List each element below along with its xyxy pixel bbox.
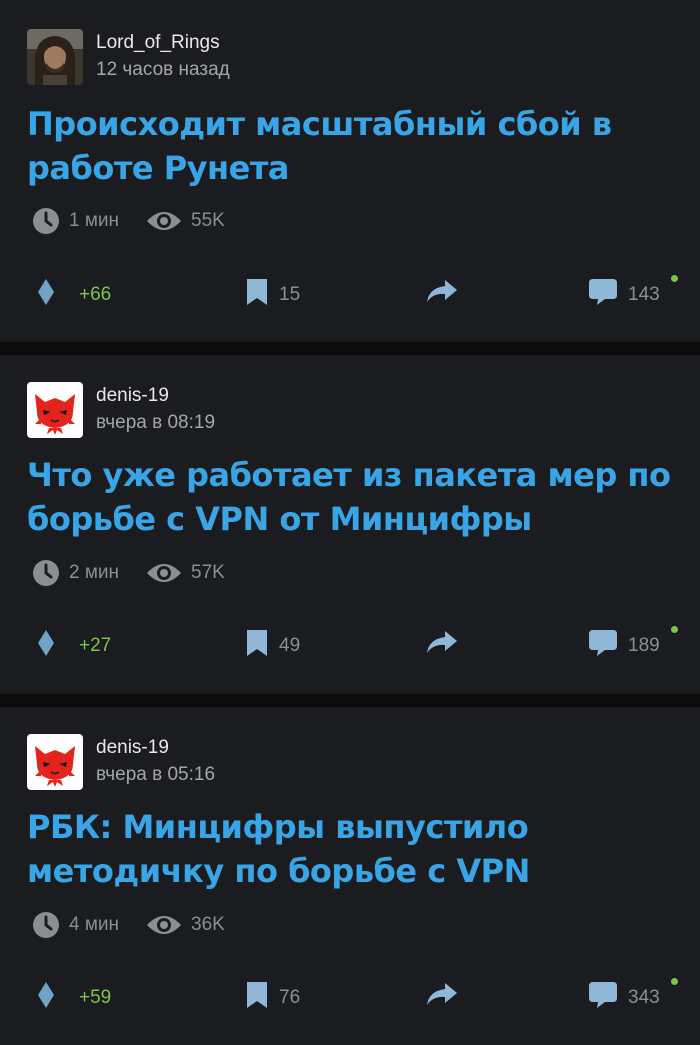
post-title[interactable]: Что уже работает из пакета мер по борьбе…: [27, 453, 677, 541]
comments-count: 189: [628, 635, 660, 656]
eye-icon: [146, 561, 182, 585]
comments-button[interactable]: 343: [588, 981, 660, 1015]
clock-icon: [32, 207, 60, 235]
post-title[interactable]: Происходит масштабный сбой в работе Руне…: [27, 102, 677, 190]
views-value: 36K: [191, 914, 225, 935]
post-stats: 1 мин 55K: [32, 207, 225, 235]
rating-value: +27: [79, 635, 112, 656]
eye-icon: [146, 913, 182, 937]
views: 57K: [146, 561, 225, 585]
share-icon[interactable]: [426, 629, 458, 661]
comments-count: 143: [628, 284, 660, 305]
clock-icon: [32, 559, 60, 587]
comment-icon[interactable]: [588, 278, 618, 312]
post-author[interactable]: Lord_of_Rings 12 часов назад: [27, 29, 230, 85]
post-time: вчера в 08:19: [96, 412, 216, 433]
read-time-value: 1 мин: [69, 210, 120, 231]
post-stats: 4 мин 36K: [32, 911, 225, 939]
save-button[interactable]: 76: [246, 981, 300, 1015]
post-card[interactable]: denis-19 вчера в 08:19 Что уже работает …: [0, 355, 700, 694]
clock-icon: [32, 911, 60, 939]
rating-diamond-icon[interactable]: [37, 981, 55, 1015]
author-name[interactable]: denis-19: [96, 736, 215, 760]
new-comments-dot: [671, 978, 678, 985]
rating[interactable]: +66: [37, 278, 111, 312]
post-actions: +59 76 343: [0, 978, 700, 1017]
saves-count: 49: [279, 635, 301, 656]
avatar[interactable]: [27, 382, 83, 438]
bookmark-icon[interactable]: [246, 981, 268, 1015]
share-button[interactable]: [426, 629, 458, 661]
bookmark-icon[interactable]: [246, 629, 268, 663]
avatar[interactable]: [27, 734, 83, 790]
post-title[interactable]: РБК: Минцифры выпустило методичку по бор…: [27, 805, 677, 893]
save-button[interactable]: 15: [246, 278, 300, 312]
post-stats: 2 мин 57K: [32, 559, 225, 587]
share-button[interactable]: [426, 981, 458, 1013]
read-time: 2 мин: [32, 559, 119, 587]
post-time: 12 часов назад: [96, 59, 230, 80]
new-comments-dot: [671, 626, 678, 633]
post-actions: +66 15 143: [0, 275, 700, 314]
rating-value: +59: [79, 987, 112, 1008]
avatar[interactable]: [27, 29, 83, 85]
rating[interactable]: +59: [37, 981, 111, 1015]
rating-diamond-icon[interactable]: [37, 629, 55, 663]
read-time: 4 мин: [32, 911, 119, 939]
read-time-value: 2 мин: [69, 562, 120, 583]
views-value: 55K: [191, 210, 225, 231]
post-card[interactable]: denis-19 вчера в 05:16 РБК: Минцифры вып…: [0, 707, 700, 1045]
read-time-value: 4 мин: [69, 914, 120, 935]
saves-count: 15: [279, 284, 301, 305]
views: 36K: [146, 913, 225, 937]
rating-diamond-icon[interactable]: [37, 278, 55, 312]
post-actions: +27 49 189: [0, 626, 700, 665]
comment-icon[interactable]: [588, 629, 618, 663]
comments-button[interactable]: 189: [588, 629, 660, 663]
author-name[interactable]: denis-19: [96, 384, 215, 408]
post-time: вчера в 05:16: [96, 764, 216, 785]
rating[interactable]: +27: [37, 629, 111, 663]
read-time: 1 мин: [32, 207, 119, 235]
author-name[interactable]: Lord_of_Rings: [96, 31, 230, 55]
post-feed: Lord_of_Rings 12 часов назад Происходит …: [0, 0, 700, 1045]
share-button[interactable]: [426, 278, 458, 310]
post-card[interactable]: Lord_of_Rings 12 часов назад Происходит …: [0, 0, 700, 342]
post-author[interactable]: denis-19 вчера в 08:19: [27, 382, 215, 438]
views-value: 57K: [191, 562, 225, 583]
eye-icon: [146, 209, 182, 233]
views: 55K: [146, 209, 225, 233]
bookmark-icon[interactable]: [246, 278, 268, 312]
saves-count: 76: [279, 987, 301, 1008]
save-button[interactable]: 49: [246, 629, 300, 663]
new-comments-dot: [671, 275, 678, 282]
comments-count: 343: [628, 987, 660, 1008]
comment-icon[interactable]: [588, 981, 618, 1015]
share-icon[interactable]: [426, 278, 458, 310]
share-icon[interactable]: [426, 981, 458, 1013]
post-author[interactable]: denis-19 вчера в 05:16: [27, 734, 215, 790]
comments-button[interactable]: 143: [588, 278, 660, 312]
rating-value: +66: [79, 284, 112, 305]
